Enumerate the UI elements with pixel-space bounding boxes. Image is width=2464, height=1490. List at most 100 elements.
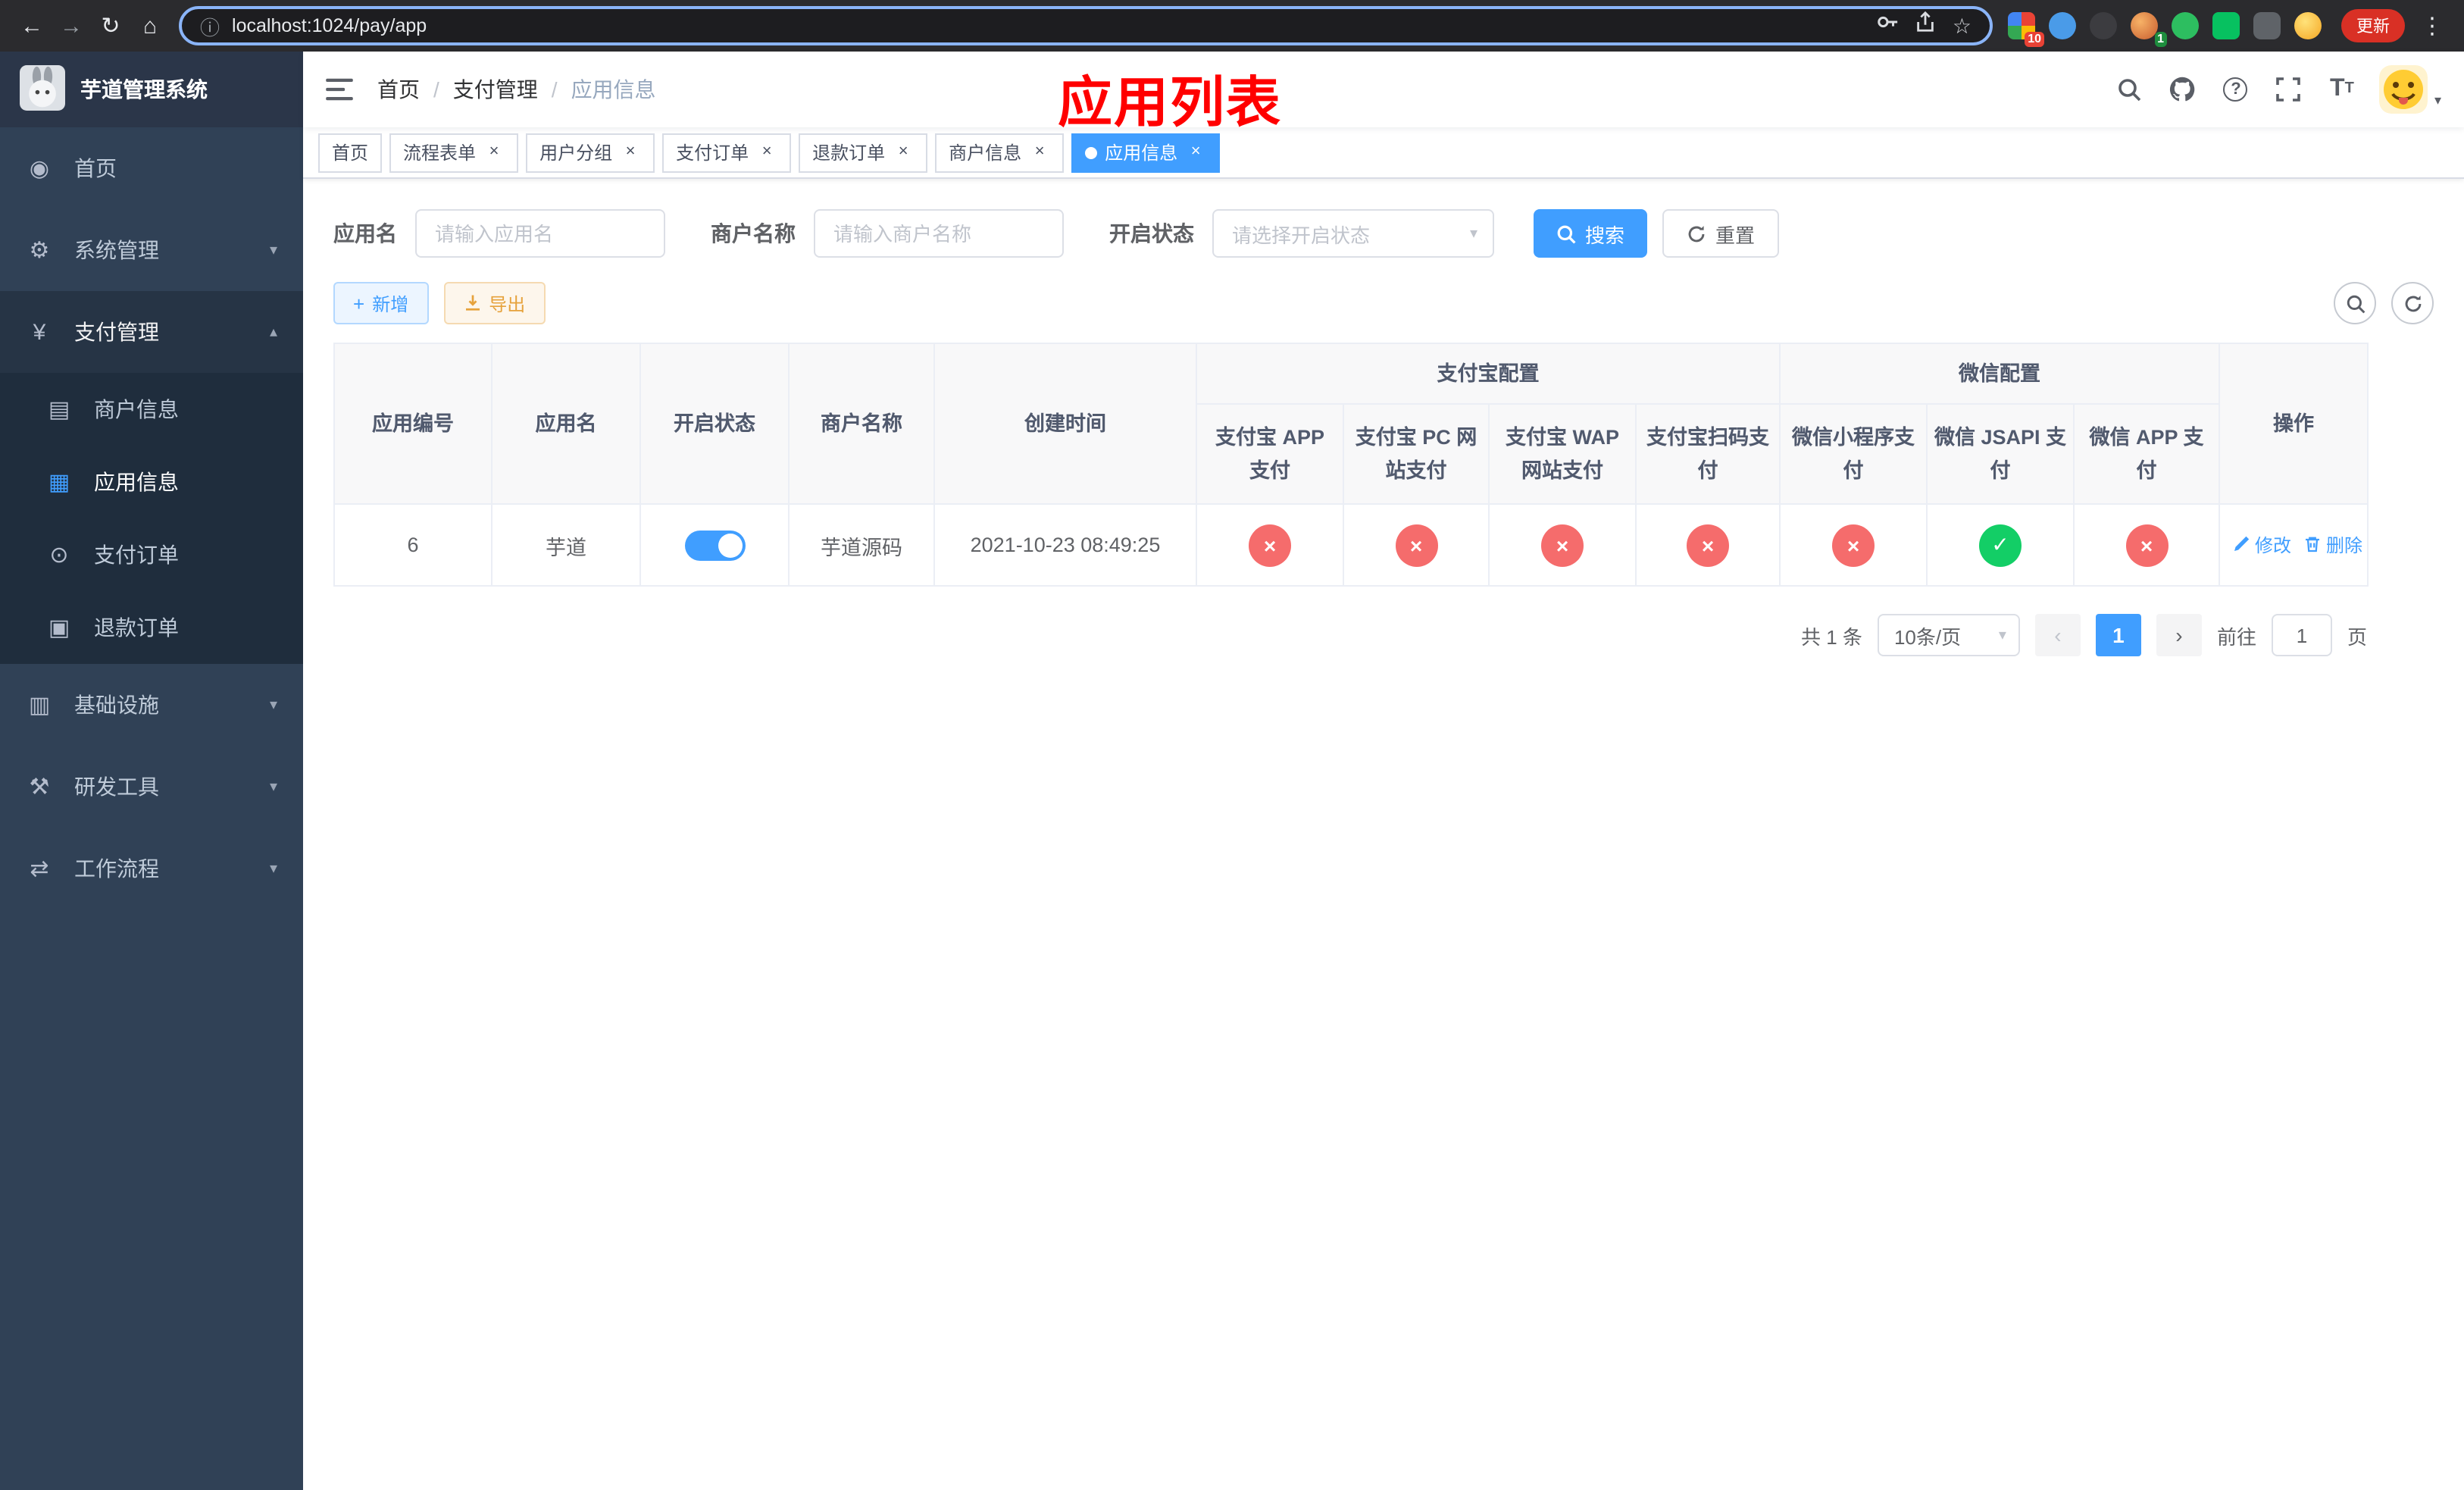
sidebar-item-dev-tools[interactable]: ⚒ 研发工具 ▾: [0, 746, 303, 828]
browser-window: ← → ↻ ⌂ ⓘ localhost:1024/pay/app ☆ 10 1: [0, 0, 2464, 1490]
chevron-down-icon: ▾: [269, 696, 277, 713]
sidebar-item-payment[interactable]: ¥ 支付管理 ▴: [0, 291, 303, 373]
infra-icon: ▥: [28, 693, 51, 718]
sidebar-item-pay-order[interactable]: ⊙ 支付订单: [0, 518, 303, 591]
sidebar-item-merchant-info[interactable]: ▤ 商户信息: [0, 373, 303, 446]
font-size-icon[interactable]: TT: [2327, 74, 2357, 105]
home-button[interactable]: ⌂: [130, 6, 170, 45]
add-button[interactable]: + 新增: [333, 282, 429, 324]
col-alipay-scan: 支付宝扫码支付: [1635, 403, 1781, 505]
alipay-wap-status-icon: ×: [1541, 524, 1584, 566]
delete-link[interactable]: 删除: [2303, 532, 2362, 558]
export-button[interactable]: 导出: [443, 282, 546, 324]
card-icon: ▤: [48, 397, 70, 423]
search-button[interactable]: 搜索: [1534, 209, 1648, 258]
site-info-icon[interactable]: ⓘ: [200, 11, 220, 40]
sidebar-item-app-info[interactable]: ▦ 应用信息: [0, 446, 303, 518]
refund-icon: ▣: [48, 615, 70, 641]
app-title: 芋道管理系统: [80, 77, 208, 102]
close-icon[interactable]: ×: [483, 142, 505, 163]
merchant-name-input[interactable]: [814, 209, 1064, 258]
page-annotation: 应用列表: [1058, 71, 1283, 133]
close-icon[interactable]: ×: [893, 142, 914, 163]
back-button[interactable]: ←: [12, 6, 52, 45]
extension-avatar-icon[interactable]: 1: [2131, 12, 2167, 47]
sidebar: 芋道管理系统 ◉ 首页 ⚙ 系统管理 ▾ ¥ 支付管理 ▴ ▤ 商户信息 ▦ 应…: [0, 52, 303, 1490]
url-text: localhost:1024/pay/app: [232, 15, 427, 36]
yen-icon: ¥: [33, 319, 46, 345]
app-name-label: 应用名: [333, 221, 397, 246]
user-avatar-wrap[interactable]: ▾: [2379, 65, 2441, 114]
reload-button[interactable]: ↻: [91, 6, 130, 45]
close-icon[interactable]: ×: [1029, 142, 1050, 163]
search-form: 应用名 商户名称 开启状态 请选择开启状态 ▾ 搜索 重置: [333, 209, 2434, 258]
page-size-select[interactable]: 10条/页 ▾: [1877, 614, 2020, 656]
help-icon[interactable]: ?: [2221, 74, 2251, 105]
tab-refund-order[interactable]: 退款订单 ×: [799, 133, 928, 172]
page-1-button[interactable]: 1: [2095, 614, 2141, 656]
avatar[interactable]: [2379, 65, 2428, 114]
active-dot: [1085, 146, 1098, 158]
sidebar-item-refund-order[interactable]: ▣ 退款订单: [0, 591, 303, 664]
tab-merchant-info[interactable]: 商户信息 ×: [935, 133, 1065, 172]
col-alipay-wap: 支付宝 WAP 网站支付: [1488, 403, 1637, 505]
browser-update-button[interactable]: 更新: [2341, 9, 2405, 42]
reset-button[interactable]: 重置: [1662, 209, 1780, 258]
alipay-app-status-icon: ×: [1249, 524, 1291, 566]
close-icon[interactable]: ×: [620, 142, 641, 163]
breadcrumb-home[interactable]: 首页: [377, 74, 420, 105]
extension-green-circle-icon[interactable]: [2172, 12, 2199, 39]
forward-button[interactable]: →: [52, 6, 91, 45]
address-bar[interactable]: ⓘ localhost:1024/pay/app ☆: [179, 6, 1993, 45]
sidebar-toggle-icon[interactable]: [326, 77, 353, 102]
sidebar-item-workflow[interactable]: ⇄ 工作流程 ▾: [0, 828, 303, 909]
browser-menu-icon[interactable]: ⋮: [2419, 12, 2446, 39]
tab-pay-order[interactable]: 支付订单 ×: [662, 133, 792, 172]
close-icon[interactable]: ×: [756, 142, 777, 163]
download-icon: [465, 295, 480, 311]
refresh-table-button[interactable]: [2391, 282, 2434, 324]
status-label: 开启状态: [1109, 221, 1194, 246]
extensions-area: 10 1 更新 ⋮: [2008, 9, 2452, 47]
app-name-input[interactable]: [415, 209, 665, 258]
profile-avatar-icon[interactable]: [2294, 12, 2322, 39]
extension-chat-icon[interactable]: [2212, 12, 2240, 39]
extensions-puzzle-icon[interactable]: [2253, 12, 2281, 39]
bookmark-star-icon[interactable]: ☆: [1953, 13, 1972, 39]
sidebar-item-home[interactable]: ◉ 首页: [0, 127, 303, 209]
chevron-down-icon: ▾: [269, 860, 277, 877]
sidebar-item-infrastructure[interactable]: ▥ 基础设施 ▾: [0, 664, 303, 746]
sidebar-item-system[interactable]: ⚙ 系统管理 ▾: [0, 209, 303, 291]
wechat-jsapi-status-icon: ✓: [1979, 524, 2022, 566]
status-toggle[interactable]: [684, 530, 745, 560]
prev-page-button[interactable]: ‹: [2034, 614, 2081, 656]
fullscreen-icon[interactable]: [2274, 74, 2304, 105]
extension-dark-icon[interactable]: [2090, 12, 2117, 39]
tab-app-info[interactable]: 应用信息 ×: [1071, 133, 1221, 172]
breadcrumb-payment[interactable]: 支付管理: [453, 74, 538, 105]
page-unit-label: 页: [2347, 625, 2367, 648]
password-key-icon[interactable]: [1877, 11, 1900, 41]
tab-process-form[interactable]: 流程表单 ×: [389, 133, 519, 172]
toggle-search-button[interactable]: [2334, 282, 2376, 324]
search-icon[interactable]: [2115, 74, 2145, 105]
tags-view: 首页 流程表单 × 用户分组 × 支付订单 × 退款订单 × 商户信息 × 应用…: [303, 127, 2464, 179]
col-app-id: 应用编号: [333, 343, 492, 505]
github-icon[interactable]: [2168, 74, 2198, 105]
order-icon: ⊙: [49, 543, 69, 568]
app-logo: 芋道管理系统: [0, 52, 303, 127]
cell-app-id: 6: [333, 503, 492, 587]
edit-link[interactable]: 修改: [2232, 532, 2291, 558]
goto-page-input[interactable]: [2271, 614, 2332, 656]
tab-home[interactable]: 首页: [318, 133, 383, 172]
chevron-down-icon[interactable]: ▾: [2434, 92, 2441, 109]
share-icon[interactable]: [1915, 11, 1937, 41]
workflow-icon: ⇄: [30, 856, 49, 882]
tools-icon: ⚒: [29, 775, 50, 800]
status-select[interactable]: 请选择开启状态 ▾: [1212, 209, 1494, 258]
next-page-button[interactable]: ›: [2156, 614, 2202, 656]
extension-grid-icon[interactable]: 10: [2008, 12, 2044, 47]
tab-user-group[interactable]: 用户分组 ×: [526, 133, 655, 172]
close-icon[interactable]: ×: [1185, 142, 1206, 163]
extension-drop-icon[interactable]: [2049, 12, 2076, 39]
